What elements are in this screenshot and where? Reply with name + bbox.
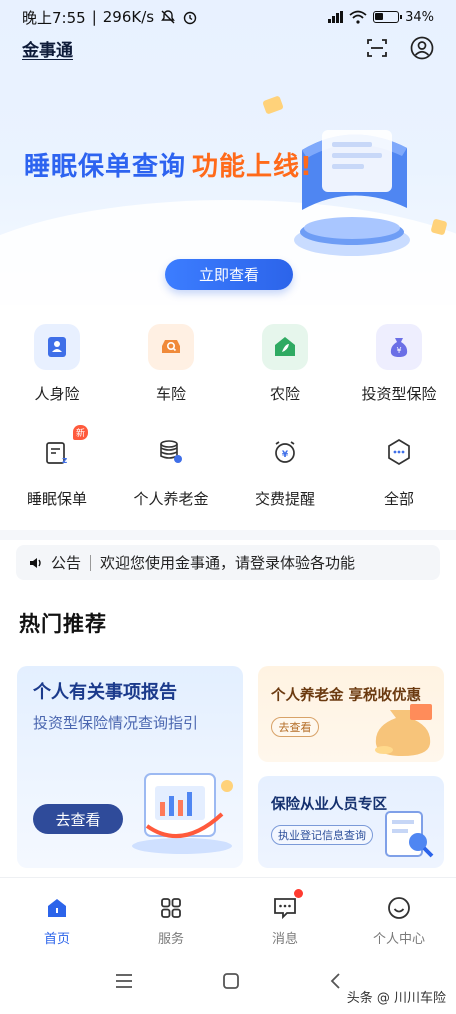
announcement-label: 公告 [51, 554, 82, 572]
alarm-clock-icon: ¥ [262, 429, 308, 475]
personal-matters-card[interactable]: 个人有关事项报告 投资型保险情况查询指引 去查看 [17, 666, 243, 868]
status-speed: 296K/s [102, 8, 155, 26]
quick-access-grid: 人身险 车险 农险 ¥ 投资型保险 z 新 睡眠保单 个人养老金 ¥ 交费提醒 … [0, 320, 456, 530]
card-title: 保险从业人员专区 [271, 797, 387, 813]
more-hexagon-icon [376, 429, 422, 475]
speaker-icon [30, 557, 41, 568]
signal-icon [328, 11, 344, 23]
tab-label: 首页 [43, 932, 70, 947]
grid-label: 交费提醒 [254, 490, 315, 508]
grid-label: 投资型保险 [361, 385, 437, 403]
banner-headline-main: 睡眠保单查询 [24, 152, 187, 182]
message-icon [274, 898, 296, 920]
hot-recommend-title: 热门推荐 [19, 612, 107, 636]
money-bag-icon: ¥ [376, 324, 422, 370]
announcement-bar[interactable]: 公告 欢迎您使用金事通，请登录体验各功能 [16, 545, 440, 580]
smiley-icon [388, 897, 410, 919]
view-now-button[interactable]: 立即查看 [165, 259, 293, 290]
card-title: 个人有关事项报告 [33, 682, 177, 703]
grid-label: 人身险 [34, 385, 80, 403]
grid-label: 车险 [155, 385, 186, 403]
id-card-icon [34, 324, 80, 370]
coin-bag-illustration [375, 704, 432, 756]
house-leaf-icon [262, 324, 308, 370]
car-icon [148, 324, 194, 370]
home-square-icon[interactable] [222, 972, 240, 990]
tab-profile[interactable]: 个人中心 [342, 878, 456, 955]
app-title: 金事通 [22, 40, 73, 61]
banner-headline: 睡眠保单查询 功能上线! [24, 146, 313, 183]
svg-text:z: z [62, 456, 67, 466]
announcement-text: 欢迎您使用金事通，请登录体验各功能 [100, 554, 356, 572]
banner-headline-highlight: 功能上线! [192, 152, 313, 182]
grid-icon [161, 898, 181, 918]
watermark: 头条 @ 川川车险 [344, 987, 448, 1006]
back-icon[interactable] [328, 972, 342, 990]
card-subtitle: 投资型保险情况查询指引 [33, 714, 199, 732]
grid-label: 全部 [383, 490, 414, 508]
grid-label: 睡眠保单 [26, 490, 87, 508]
grid-item-payment-reminder[interactable]: ¥ 交费提醒 [228, 425, 342, 530]
battery-icon [373, 11, 403, 23]
practitioner-zone-card[interactable]: 保险从业人员专区 执业登记信息查询 [258, 776, 444, 868]
license-query-button[interactable]: 执业登记信息查询 [271, 825, 373, 845]
section-divider [0, 530, 456, 540]
grid-item-life-insurance[interactable]: 人身险 [0, 320, 114, 425]
svg-text:¥: ¥ [396, 346, 401, 355]
alarm-icon [183, 11, 197, 25]
wifi-icon [349, 10, 367, 24]
svg-text:¥: ¥ [282, 450, 289, 460]
tab-messages[interactable]: 消息 [228, 878, 342, 955]
coin-stack-icon [148, 429, 194, 475]
tab-home[interactable]: 首页 [0, 878, 114, 955]
status-time: 晚上7:55 [22, 8, 86, 27]
grid-item-sleeping-policy[interactable]: z 新 睡眠保单 [0, 425, 114, 530]
bottom-tab-bar: 首页 服务 消息 个人中心 [0, 877, 456, 955]
status-separator: | [91, 8, 97, 26]
report-illustration [132, 773, 233, 854]
document-search-illustration [385, 811, 434, 858]
announcement-divider [90, 554, 92, 571]
grid-item-personal-pension[interactable]: 个人养老金 [114, 425, 228, 530]
pension-tax-card[interactable]: 个人养老金 享税收优惠 去查看 [258, 666, 444, 762]
tab-service[interactable]: 服务 [114, 878, 228, 955]
user-icon[interactable] [410, 36, 434, 60]
grid-item-agri-insurance[interactable]: 农险 [228, 320, 342, 425]
mute-icon [161, 10, 175, 24]
app-header: 金事通 [0, 34, 456, 62]
tab-label: 个人中心 [372, 932, 425, 947]
scan-icon[interactable] [366, 37, 388, 59]
home-icon [48, 899, 66, 917]
tab-label: 服务 [157, 932, 184, 947]
card-big-view-button[interactable]: 去查看 [33, 804, 123, 834]
menu-icon[interactable] [114, 973, 134, 989]
status-bar: 晚上7:55 | 296K/s 34% [0, 0, 456, 34]
tab-label: 消息 [271, 932, 298, 947]
pension-view-button[interactable]: 去查看 [271, 717, 319, 737]
grid-item-investment-insurance[interactable]: ¥ 投资型保险 [342, 320, 456, 425]
new-badge: 新 [72, 425, 88, 440]
grid-label: 个人养老金 [133, 490, 209, 508]
battery-percent: 34% [405, 9, 434, 25]
grid-item-car-insurance[interactable]: 车险 [114, 320, 228, 425]
grid-label: 农险 [269, 385, 300, 403]
unread-dot [294, 889, 303, 898]
grid-item-all[interactable]: 全部 [342, 425, 456, 530]
sleep-policy-icon: z 新 [34, 425, 88, 475]
